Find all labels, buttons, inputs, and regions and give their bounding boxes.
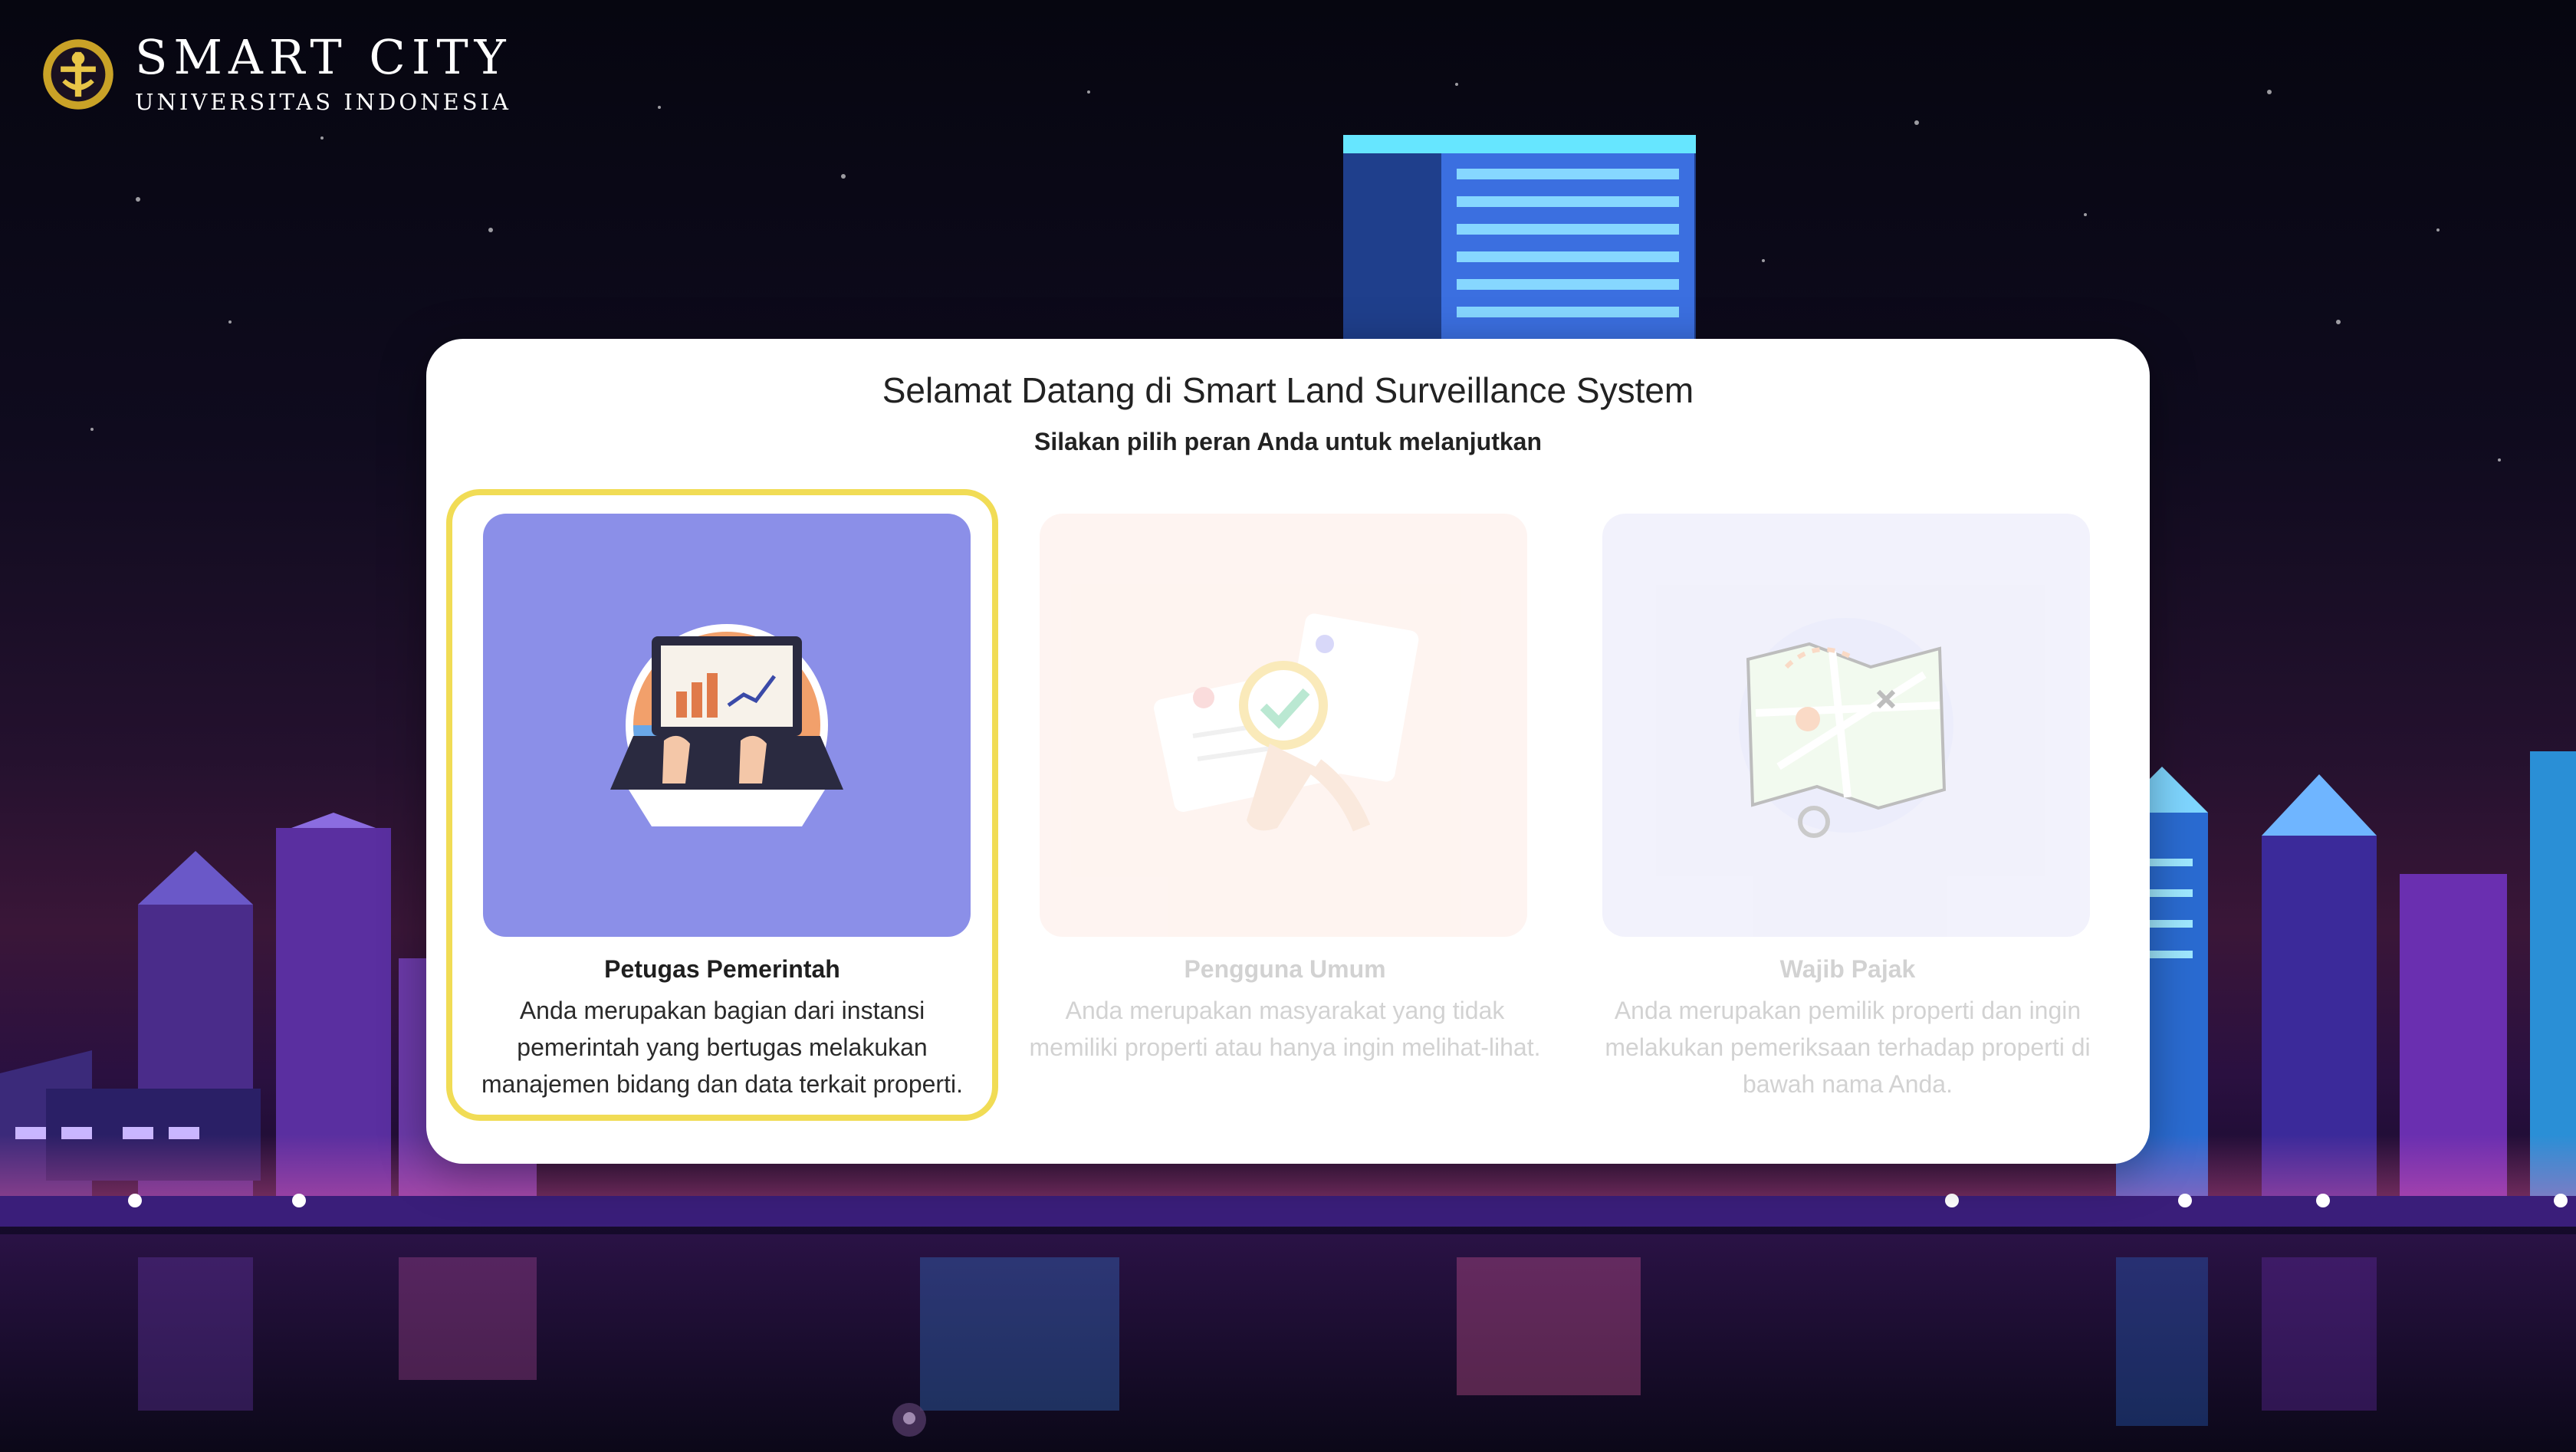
document-inspection-illustration-icon bbox=[1154, 613, 1419, 832]
dialog-title: Selamat Datang di Smart Land Surveillanc… bbox=[882, 370, 1694, 410]
role-image-pengguna-umum bbox=[1040, 514, 1527, 937]
university-emblem-icon bbox=[43, 39, 113, 110]
brand-subtitle: UNIVERSITAS INDONESIA bbox=[135, 89, 511, 115]
chat-bubble-icon[interactable] bbox=[889, 1400, 929, 1440]
role-description: Anda merupakan masyarakat yang tidak mem… bbox=[1029, 997, 1541, 1061]
role-image-wajib-pajak bbox=[1602, 514, 2090, 937]
dialog-subtitle: Silakan pilih peran Anda untuk melanjutk… bbox=[1033, 428, 1543, 455]
role-description: Anda merupakan bagian dari instansi peme… bbox=[481, 997, 963, 1098]
role-card-wajib-pajak[interactable]: Wajib Pajak Anda merupakan pemilik prope… bbox=[1572, 489, 2124, 1121]
role-card-petugas-pemerintah[interactable]: Petugas Pemerintah Anda merupakan bagian… bbox=[446, 489, 998, 1121]
brand-logo: SMART CITY UNIVERSITAS INDONESIA bbox=[38, 34, 512, 115]
role-name: Pengguna Umum bbox=[1184, 955, 1386, 983]
role-name: Petugas Pemerintah bbox=[604, 955, 840, 983]
brand-title: SMART CITY bbox=[135, 29, 512, 85]
role-name: Wajib Pajak bbox=[1779, 955, 1916, 983]
role-card-pengguna-umum[interactable]: Pengguna Umum Anda merupakan masyarakat … bbox=[1009, 489, 1561, 1121]
page: SMART CITY UNIVERSITAS INDONESIA Selamat… bbox=[0, 0, 2576, 1452]
role-selection-dialog: Selamat Datang di Smart Land Surveillanc… bbox=[426, 339, 2150, 1164]
laptop-analytics-illustration-icon bbox=[610, 624, 843, 826]
role-description: Anda merupakan pemilik properti dan ingi… bbox=[1605, 997, 2091, 1098]
role-image-petugas-pemerintah bbox=[483, 514, 971, 937]
map-illustration-icon bbox=[1739, 618, 1953, 838]
